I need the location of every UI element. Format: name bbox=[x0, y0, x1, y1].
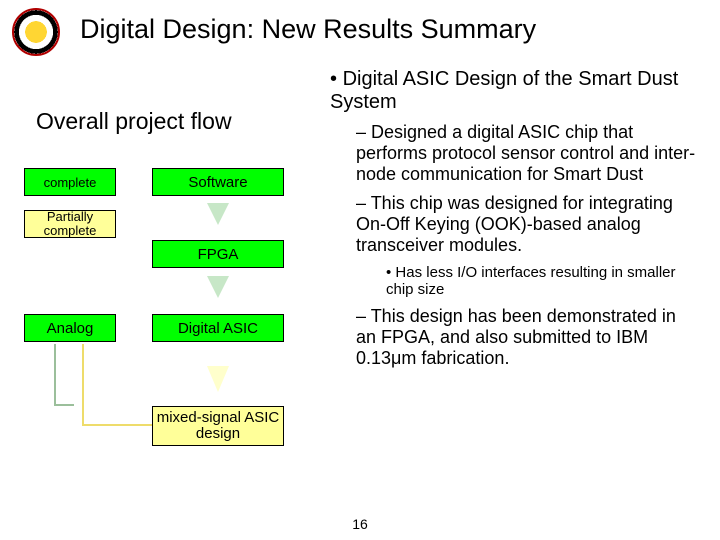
flow-box-analog: Analog bbox=[24, 314, 116, 342]
bullet-list: Digital ASIC Design of the Smart Dust Sy… bbox=[330, 68, 700, 377]
legend-complete-box: complete bbox=[24, 168, 116, 196]
page-number: 16 bbox=[0, 516, 720, 532]
arrow-down-icon bbox=[207, 366, 229, 392]
arrow-down-icon bbox=[207, 276, 229, 298]
arrow-down-icon bbox=[207, 203, 229, 225]
connector-line bbox=[54, 344, 74, 406]
bullet-sub3: This design has been demonstrated in an … bbox=[356, 306, 700, 369]
bullet-sub1: Designed a digital ASIC chip that perfor… bbox=[356, 122, 700, 185]
flow-heading: Overall project flow bbox=[36, 108, 232, 135]
university-logo bbox=[12, 8, 60, 56]
flow-box-mixed-signal: mixed-signal ASIC design bbox=[152, 406, 284, 446]
bullet-main: Digital ASIC Design of the Smart Dust Sy… bbox=[330, 68, 700, 114]
flow-box-digital-asic: Digital ASIC bbox=[152, 314, 284, 342]
slide-title: Digital Design: New Results Summary bbox=[80, 14, 536, 45]
bullet-sub2a: Has less I/O interfaces resulting in sma… bbox=[386, 264, 700, 298]
bullet-sub2: This chip was designed for integrating O… bbox=[356, 193, 700, 256]
connector-line bbox=[82, 344, 152, 426]
flow-box-software: Software bbox=[152, 168, 284, 196]
flow-box-fpga: FPGA bbox=[152, 240, 284, 268]
legend-partial-box: Partially complete bbox=[24, 210, 116, 238]
